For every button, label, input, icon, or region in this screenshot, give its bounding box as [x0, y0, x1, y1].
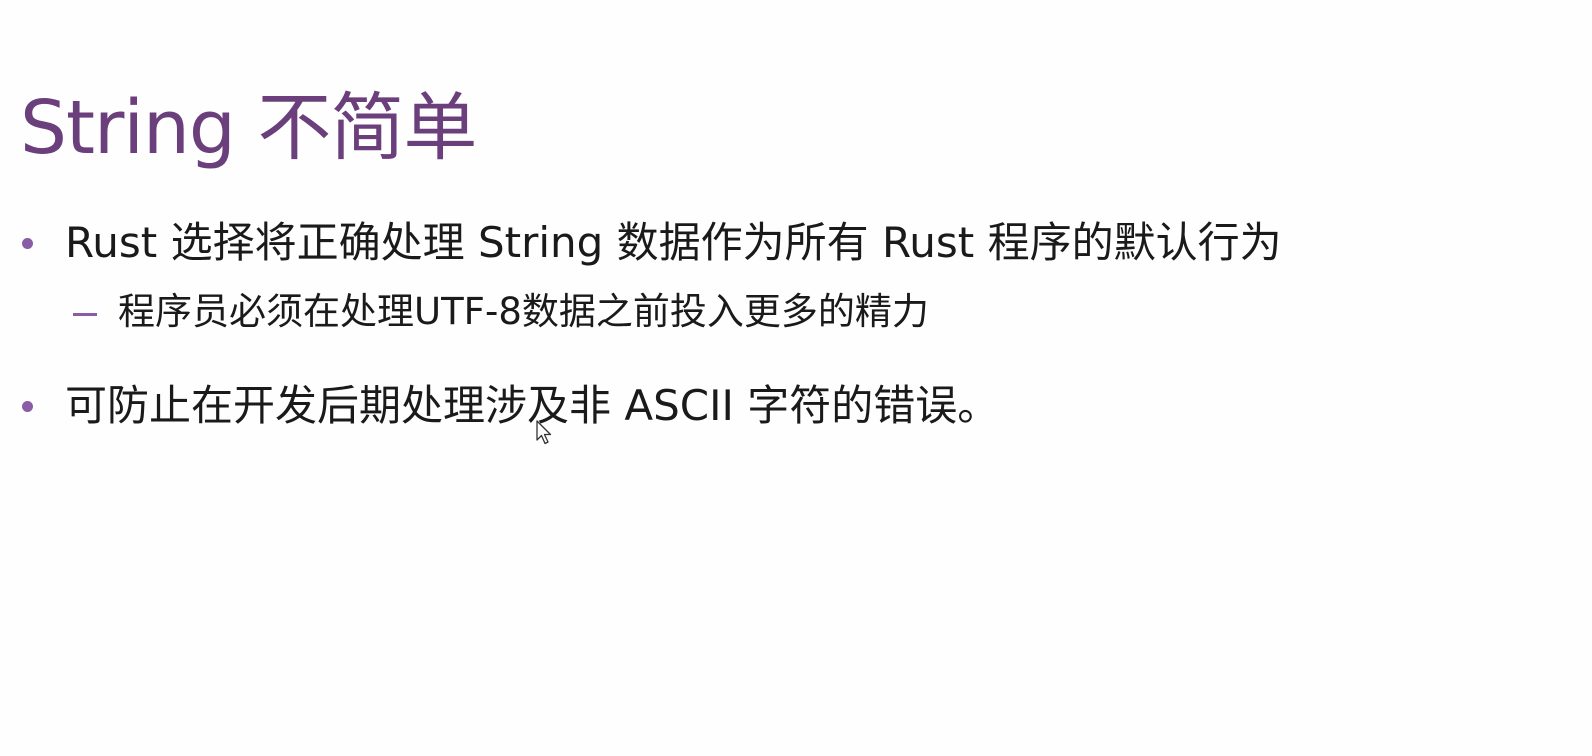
- sub-bullet-text-1: 程序员必须在处理UTF-8数据之前投入更多的精力: [118, 290, 929, 333]
- bullet-dot-icon: [22, 401, 33, 412]
- bullet-text-1: Rust 选择将正确处理 String 数据作为所有 Rust 程序的默认行为: [65, 218, 1282, 267]
- sub-bullet-dash-icon: [73, 313, 97, 316]
- slide-title: String 不简单: [20, 85, 477, 171]
- mouse-pointer-icon: [536, 420, 552, 445]
- bullet-dot-icon: [22, 238, 33, 249]
- presentation-slide: String 不简单 Rust 选择将正确处理 String 数据作为所有 Ru…: [0, 0, 1592, 756]
- bullet-text-2: 可防止在开发后期处理涉及非 ASCII 字符的错误。: [65, 381, 1000, 430]
